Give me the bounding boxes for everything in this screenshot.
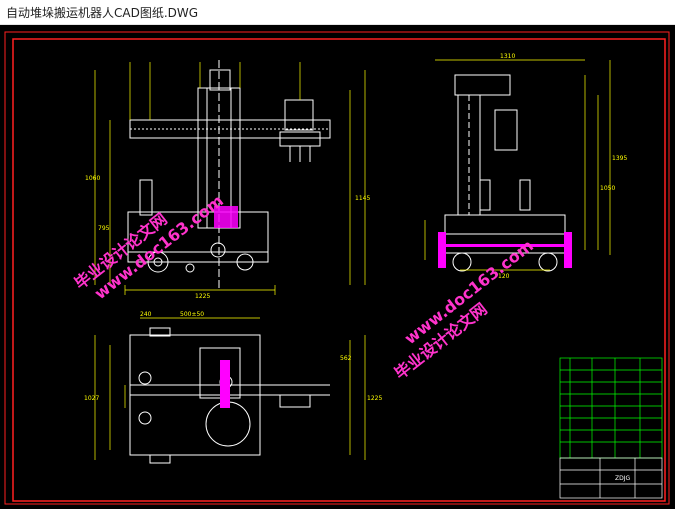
dim-label: 1310 [500, 53, 515, 60]
side-view-dims [424, 59, 611, 271]
dim-label: 1225 [195, 293, 210, 300]
cad-drawing-canvas[interactable]: 1060 1145 795 1225 1310 1050 120 1395 24… [0, 25, 675, 509]
dim-label: 500±50 [180, 311, 204, 318]
dim-label: 240 [140, 311, 152, 318]
dim-label: 1225 [367, 395, 382, 402]
plan-view-highlight [220, 360, 230, 408]
window-titlebar: 自动堆垛搬运机器人CAD图纸.DWG [0, 0, 675, 25]
dim-label: 795 [98, 225, 110, 232]
dim-label: 1050 [600, 185, 615, 192]
dim-label: 562 [340, 355, 352, 362]
cad-drawing: 1060 1145 795 1225 1310 1050 120 1395 24… [4, 31, 670, 505]
dim-label: 1060 [85, 175, 100, 182]
watermark: 毕业设计论文网 www.doc163.com 毕业设计论文网 www.doc16… [71, 191, 537, 383]
title-block-name: ZDJG [615, 475, 631, 482]
dim-label: 1145 [355, 195, 370, 202]
title-block [559, 457, 663, 499]
parts-list-table [559, 357, 663, 459]
side-view [444, 74, 566, 272]
dim-label: 1395 [612, 155, 627, 162]
window-title: 自动堆垛搬运机器人CAD图纸.DWG [6, 6, 199, 20]
dim-label: 1027 [84, 395, 99, 402]
